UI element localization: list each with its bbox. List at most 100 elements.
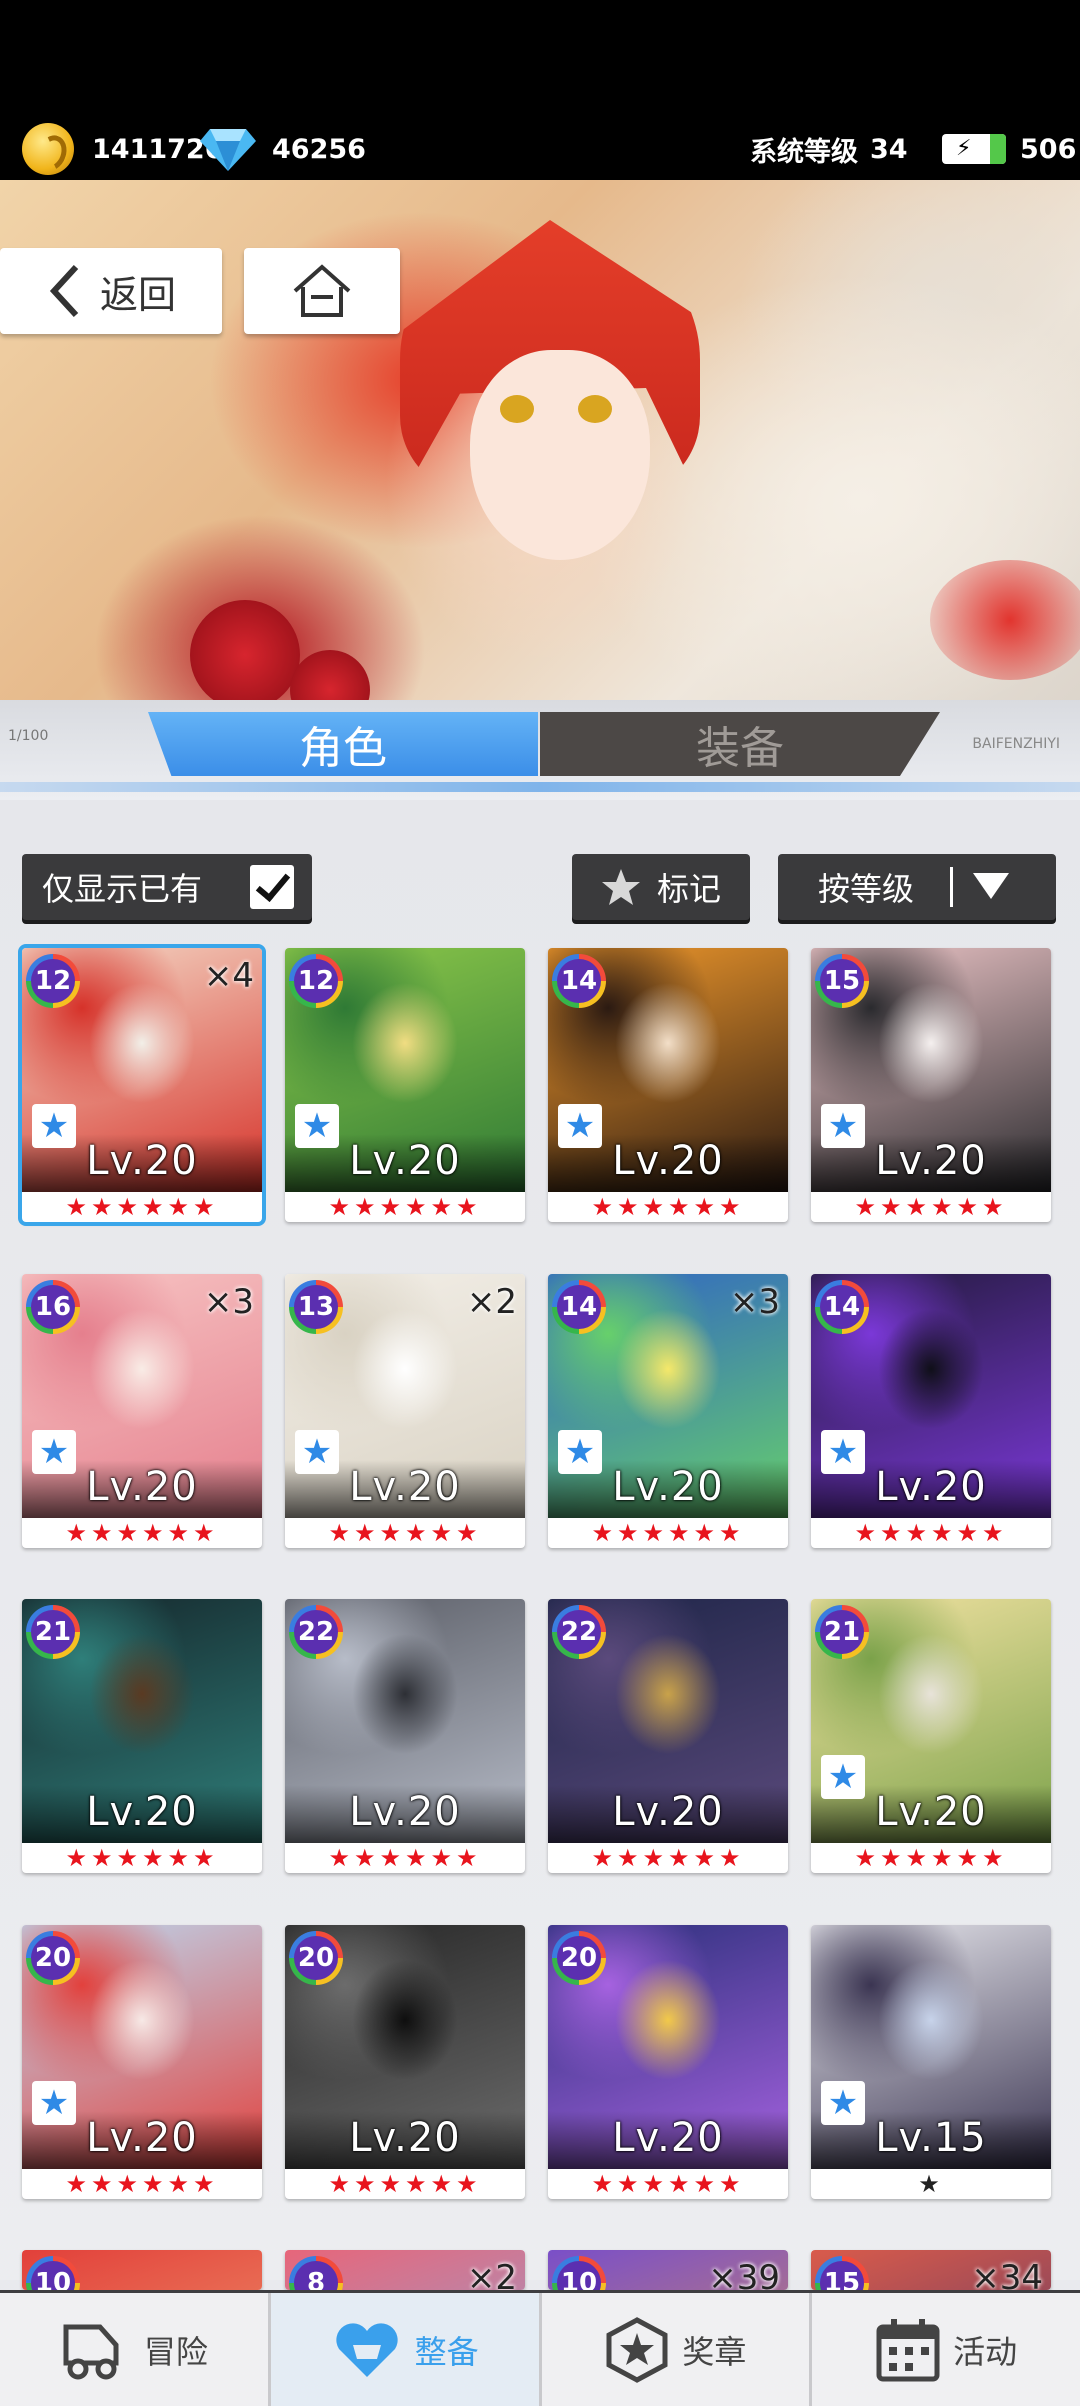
back-button[interactable]: 返回 — [0, 248, 222, 334]
tab-characters[interactable]: 角色 — [148, 712, 538, 776]
diamond-icon — [200, 129, 256, 171]
rank-number: 10 — [557, 2261, 601, 2290]
rank-badge: 14 — [552, 1280, 606, 1334]
character-card-partial[interactable]: 15 ×34 — [811, 2250, 1051, 2290]
nav-adventure-label: 冒险 — [143, 2332, 208, 2371]
character-level: Lv.20 — [86, 1789, 198, 1835]
tab-equipment-label: 装备 — [696, 723, 784, 774]
home-button[interactable] — [244, 248, 400, 334]
nav-medals[interactable]: 奖章 — [542, 2293, 813, 2406]
system-level-value: 34 — [870, 133, 908, 165]
duplicate-count: ×39 — [708, 2258, 780, 2290]
rank-number: 14 — [557, 1285, 601, 1329]
nav-adventure[interactable]: 冒险 — [0, 2293, 271, 2406]
character-card[interactable]: 13 ×2 ★ Lv.20 ★★★★★★ — [285, 1274, 525, 1548]
character-level: Lv.20 — [349, 1138, 461, 1184]
nav-prepare[interactable]: 整备 — [270, 2293, 542, 2406]
character-level: Lv.20 — [86, 2115, 198, 2161]
character-card[interactable]: 21 ★ Lv.20 ★★★★★★ — [811, 1599, 1051, 1873]
character-level: Lv.20 — [612, 1464, 724, 1510]
rank-number: 22 — [294, 1610, 338, 1654]
rank-badge: 12 — [26, 954, 80, 1008]
rank-number: 15 — [820, 2261, 864, 2290]
rank-badge: 22 — [289, 1605, 343, 1659]
duplicate-count: ×3 — [729, 1282, 780, 1322]
rank-badge: 22 — [552, 1605, 606, 1659]
character-card[interactable]: 16 ×3 ★ Lv.20 ★★★★★★ — [22, 1274, 262, 1548]
rank-badge: 13 — [289, 1280, 343, 1334]
character-level: Lv.20 — [875, 1138, 987, 1184]
diamond-counter[interactable]: 46256 — [200, 124, 366, 174]
rank-badge: 20 — [289, 1931, 343, 1985]
calendar-icon — [876, 2318, 940, 2381]
rank-number: 14 — [820, 1285, 864, 1329]
rank-number: 12 — [294, 959, 338, 1003]
rank-number: 12 — [31, 959, 75, 1003]
character-card[interactable]: 12 ×4 ★ Lv.20 ★★★★★★ — [22, 948, 262, 1222]
duplicate-count: ×2 — [466, 2258, 517, 2290]
character-card[interactable]: 14 ★ Lv.20 ★★★★★★ — [811, 1274, 1051, 1548]
character-card[interactable]: 14 ★ Lv.20 ★★★★★★ — [548, 948, 788, 1222]
character-level: Lv.15 — [875, 2115, 987, 2161]
character-card[interactable]: ★ Lv.15 ★ — [811, 1925, 1051, 2199]
star-rating: ★★★★★★ — [65, 2170, 219, 2198]
rank-number: 8 — [294, 2261, 338, 2290]
rank-badge: 21 — [815, 1605, 869, 1659]
character-card[interactable]: 14 ×3 ★ Lv.20 ★★★★★★ — [548, 1274, 788, 1548]
character-card[interactable]: 20 Lv.20 ★★★★★★ — [285, 1925, 525, 2199]
character-card-partial[interactable]: 8 ×2 — [285, 2250, 525, 2290]
rank-number: 13 — [294, 1285, 338, 1329]
battery-icon: ⚡ — [942, 134, 1006, 164]
coin-counter[interactable]: 1411726 — [22, 123, 224, 175]
chevron-down-icon — [973, 873, 1010, 899]
nav-events-label: 活动 — [953, 2332, 1018, 2371]
character-card-partial[interactable]: 10 ×39 — [548, 2250, 788, 2290]
rank-number: 21 — [31, 1610, 75, 1654]
mark-button[interactable]: 标记 — [572, 854, 750, 920]
sort-dropdown[interactable]: 按等级 — [778, 854, 1056, 920]
owned-only-checkbox[interactable] — [250, 865, 294, 909]
top-status-bar: 1411726 46256 系统等级 34 ⚡ 506 — [0, 0, 1080, 198]
truck-icon — [63, 2324, 119, 2379]
star-rating: ★★★★★★ — [65, 1519, 219, 1547]
rank-number: 16 — [31, 1285, 75, 1329]
rank-badge: 20 — [552, 1931, 606, 1985]
petal-decoration — [930, 560, 1080, 680]
character-card[interactable]: 22 Lv.20 ★★★★★★ — [548, 1599, 788, 1873]
character-card[interactable]: 22 Lv.20 ★★★★★★ — [285, 1599, 525, 1873]
character-level: Lv.20 — [612, 1789, 724, 1835]
sort-divider — [950, 867, 954, 907]
hero-face — [470, 350, 650, 560]
character-card[interactable]: 20 Lv.20 ★★★★★★ — [548, 1925, 788, 2199]
tab-deco-right-text: BAIFENZHIYI — [972, 736, 1060, 752]
tab-deco-left-text: 1/100 — [8, 728, 49, 744]
heart-bell-icon — [335, 2322, 398, 2377]
star-rating: ★★★★★★ — [854, 1519, 1008, 1547]
nav-medals-label: 奖章 — [682, 2332, 747, 2371]
rose-decoration — [190, 600, 300, 710]
tab-characters-label: 角色 — [299, 723, 387, 774]
rank-number: 20 — [31, 1936, 75, 1980]
stamina-counter[interactable]: ⚡ 506 — [942, 124, 1076, 174]
character-level: Lv.20 — [875, 1789, 987, 1835]
duplicate-count: ×2 — [466, 1282, 517, 1322]
diamond-amount: 46256 — [272, 133, 366, 165]
character-card[interactable]: 21 Lv.20 ★★★★★★ — [22, 1599, 262, 1873]
owned-only-toggle[interactable]: 仅显示已有 — [22, 854, 312, 920]
mark-label: 标记 — [656, 870, 721, 908]
character-level: Lv.20 — [86, 1464, 198, 1510]
rank-badge: 15 — [815, 954, 869, 1008]
character-card-partial[interactable]: 10 — [22, 2250, 262, 2290]
star-rating: ★★★★★★ — [328, 1844, 482, 1872]
character-card[interactable]: 12 ★ Lv.20 ★★★★★★ — [285, 948, 525, 1222]
star-rating: ★★★★★★ — [328, 1519, 482, 1547]
hero-eye-left — [500, 395, 534, 423]
tab-underline — [0, 782, 1080, 792]
character-card[interactable]: 20 ★ Lv.20 ★★★★★★ — [22, 1925, 262, 2199]
character-card[interactable]: 15 ★ Lv.20 ★★★★★★ — [811, 948, 1051, 1222]
duplicate-count: ×4 — [203, 956, 254, 996]
nav-prepare-label: 整备 — [414, 2332, 479, 2371]
nav-events[interactable]: 活动 — [812, 2293, 1080, 2406]
rank-number: 21 — [820, 1610, 864, 1654]
tab-equipment[interactable]: 装备 — [540, 712, 940, 776]
